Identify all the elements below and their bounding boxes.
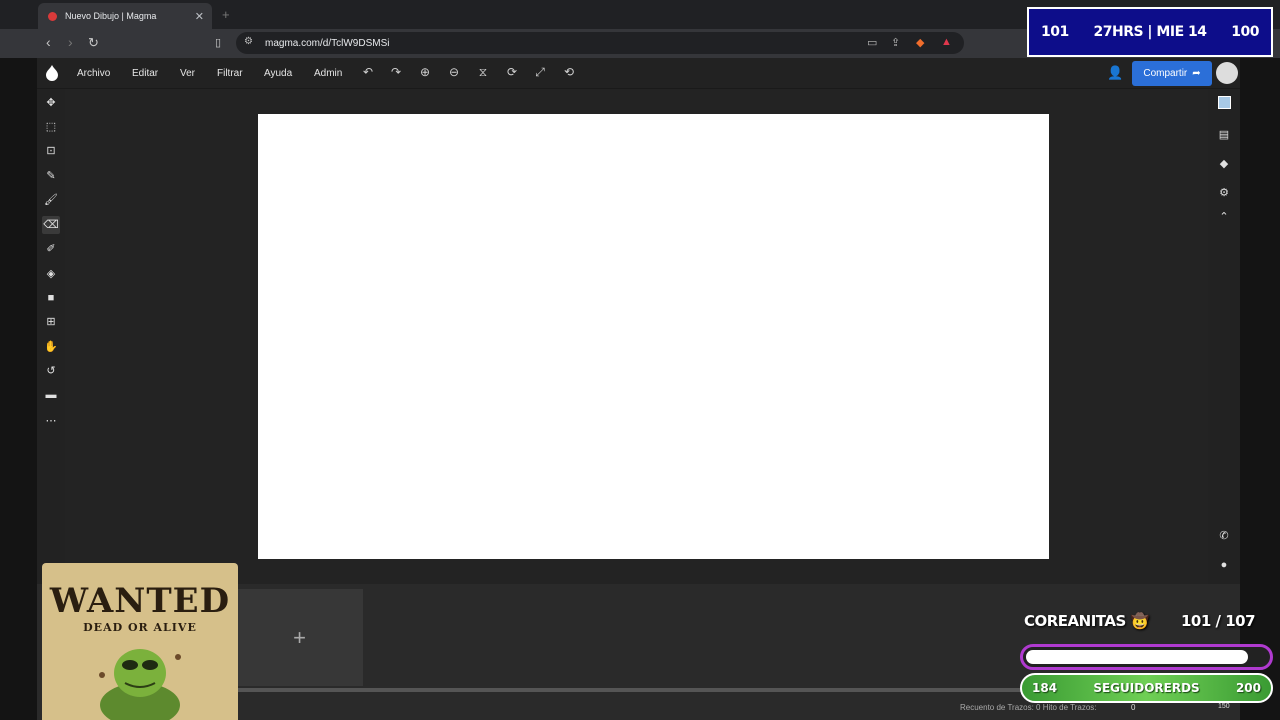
menu-ver[interactable]: Ver [180, 68, 195, 79]
followers-current: 184 [1032, 681, 1058, 695]
timer-right-value: 100 [1231, 24, 1259, 40]
horizontal-scrollbar[interactable] [236, 688, 1026, 692]
selection-tool-icon[interactable]: ⬚ [42, 118, 60, 136]
timer-left-value: 101 [1041, 24, 1069, 40]
rotate-view-tool-icon[interactable]: ↺ [42, 362, 60, 380]
drawing-canvas[interactable] [258, 114, 1049, 559]
timer-center-text: 27HRS | MIE 14 [1093, 24, 1207, 40]
cast-icon[interactable]: ▭ [867, 36, 877, 49]
reload-icon[interactable]: ↻ [88, 35, 99, 51]
brush-tool-icon[interactable]: 🖌 [42, 191, 60, 209]
goal-count: 101 / 107 [1181, 612, 1256, 630]
comment-tool-icon[interactable]: ▬ [42, 386, 60, 404]
menu-ayuda[interactable]: Ayuda [264, 68, 292, 79]
zoom-out-icon[interactable]: ⊖ [446, 65, 462, 79]
zoom-in-icon[interactable]: ⊕ [417, 65, 433, 79]
add-frame-button[interactable]: + [236, 589, 363, 686]
magma-favicon-icon [48, 11, 57, 21]
menu-filtrar[interactable]: Filtrar [217, 68, 243, 79]
share-button-label: Compartir [1143, 68, 1188, 79]
reset-view-icon[interactable]: ⟲ [561, 65, 577, 79]
url-text[interactable]: magma.com/d/TclW9DSMSi [265, 38, 389, 49]
add-tool-icon[interactable]: ⊞ [42, 313, 60, 331]
chat-icon[interactable]: ● [1214, 555, 1234, 575]
settings-icon[interactable]: ⚙ [1214, 183, 1234, 203]
more-tools-icon[interactable]: ⋯ [42, 412, 60, 430]
forward-icon[interactable]: › [68, 34, 73, 50]
followers-goal-bar: 184 SEGUIDORERDS 200 [1020, 673, 1273, 703]
brave-rewards-icon[interactable]: ▲ [941, 36, 952, 48]
color-swatch-icon[interactable] [1214, 96, 1234, 116]
stroke-count-value: 0 [1131, 703, 1136, 712]
pen-tool-icon[interactable]: ✎ [42, 167, 60, 185]
bookmark-icon[interactable]: ▯ [215, 36, 221, 49]
redo-icon[interactable]: ↷ [388, 65, 404, 79]
layers-panel-icon[interactable]: ▤ [1214, 125, 1234, 145]
call-icon[interactable]: ✆ [1214, 526, 1234, 546]
stroke-milestone-value: 150 [1218, 703, 1230, 710]
rotate-icon[interactable]: ⟳ [504, 65, 520, 79]
tab-title: Nuevo Dibujo | Magma [65, 11, 157, 21]
menu-editar[interactable]: Editar [132, 68, 158, 79]
avatar[interactable] [1216, 62, 1238, 84]
transform-tool-icon[interactable]: ⊡ [42, 142, 60, 160]
share-arrow-icon: ➦ [1192, 68, 1201, 79]
flip-icon[interactable]: ⧖ [475, 65, 491, 80]
smudge-tool-icon[interactable]: ✐ [42, 240, 60, 258]
back-icon[interactable]: ‹ [46, 34, 51, 50]
followers-target: 200 [1235, 681, 1261, 695]
browser-tab[interactable]: Nuevo Dibujo | Magma ✕ [38, 3, 212, 29]
poster-subtitle: DEAD OR ALIVE [83, 621, 197, 634]
close-tab-icon[interactable]: ✕ [195, 10, 204, 23]
menu-archivo[interactable]: Archivo [77, 68, 110, 79]
fill-tool-icon[interactable]: ◈ [42, 265, 60, 283]
move-tool-icon[interactable]: ✥ [42, 94, 60, 112]
site-settings-icon[interactable]: ⚙ [244, 36, 253, 47]
shape-tool-icon[interactable]: ■ [42, 289, 60, 307]
undo-icon[interactable]: ↶ [360, 65, 376, 79]
magma-logo-icon[interactable] [44, 64, 60, 82]
stack-icon[interactable]: ◆ [1214, 154, 1234, 174]
left-margin [0, 58, 37, 720]
eraser-tool-icon[interactable]: ⌫ [42, 216, 60, 234]
frog-character-image [99, 649, 181, 720]
fullscreen-icon[interactable]: ⤢ [532, 65, 548, 80]
menu-admin[interactable]: Admin [314, 68, 342, 79]
collapse-icon[interactable]: ⌃ [1214, 207, 1234, 227]
stroke-count-label: Recuento de Trazos: 0 Hito de Trazos: [960, 703, 1097, 712]
add-user-icon[interactable]: 👤 [1107, 65, 1123, 81]
share-button[interactable]: Compartir ➦ [1132, 61, 1212, 86]
hand-tool-icon[interactable]: ✋ [42, 338, 60, 356]
new-tab-button[interactable]: + [222, 7, 230, 22]
share-page-icon[interactable]: ⇪ [891, 36, 900, 49]
goal-progress-fill [1026, 650, 1248, 664]
followers-label: SEGUIDORERDS [1093, 681, 1200, 695]
stream-timer-overlay: 101 27HRS | MIE 14 100 [1027, 7, 1273, 57]
brave-shield-icon[interactable]: ◆ [916, 36, 924, 49]
wanted-poster: WANTED DEAD OR ALIVE [42, 563, 238, 720]
poster-title: WANTED [49, 581, 231, 621]
goal-label: COREANITAS 🤠 [1024, 612, 1149, 630]
